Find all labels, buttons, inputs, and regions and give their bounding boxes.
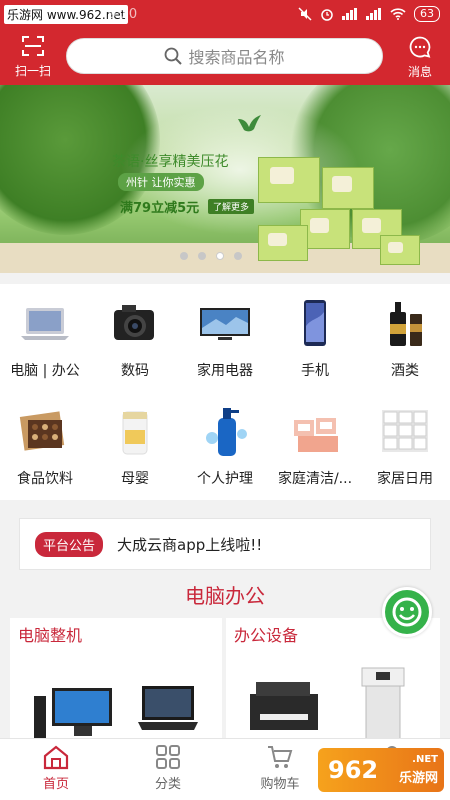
category-label: 手机 — [301, 363, 329, 379]
phone-icon — [304, 300, 326, 346]
scan-label: 扫一扫 — [14, 64, 51, 78]
panel-title: 电脑整机 — [18, 626, 83, 645]
bird-icon — [238, 115, 261, 132]
category-label: 家用电器 — [197, 363, 253, 379]
tab-label: 分类 — [154, 777, 181, 792]
liquor-icon — [390, 302, 422, 346]
tab-label: 首页 — [42, 777, 69, 792]
category-item-digital[interactable]: 数码 — [90, 296, 180, 380]
tv-icon — [200, 308, 250, 340]
desktop-pc-image — [34, 688, 112, 740]
home-icon — [43, 745, 69, 770]
category-item-personal-care[interactable]: 个人护理 — [180, 404, 270, 488]
tab-home[interactable]: 首页 — [0, 739, 112, 800]
signal-icon-2 — [366, 8, 381, 20]
panel-computers[interactable]: 电脑整机 — [10, 618, 222, 740]
category-grid: 电脑 | 办公 数码 家用电器 手机 酒类 食品饮料 母婴 个人护理 家庭清洁/… — [0, 284, 450, 500]
tissue-icon — [294, 418, 338, 452]
tissue-pack-image — [322, 167, 374, 209]
watermark-suffix: .NET — [412, 754, 438, 765]
pagination-dot-active[interactable] — [216, 252, 224, 260]
category-label: 家庭清洁/... — [277, 471, 353, 487]
category-label: 电脑 | 办公 — [10, 363, 80, 379]
signal-icon-1 — [342, 8, 357, 20]
search-icon — [165, 47, 183, 65]
category-label: 个人护理 — [197, 471, 253, 487]
chocolate-box-icon — [19, 411, 65, 451]
battery-indicator: 63 — [414, 6, 440, 22]
category-label: 食品饮料 — [17, 471, 73, 487]
search-input[interactable]: 搜索商品名称 — [66, 38, 383, 74]
laptop-icon — [21, 308, 69, 340]
category-item-food[interactable]: 食品饮料 — [0, 404, 90, 488]
alarm-icon — [321, 9, 333, 21]
category-item-baby[interactable]: 母婴 — [90, 404, 180, 488]
customer-service-button[interactable] — [382, 587, 432, 637]
copier-image — [361, 667, 405, 740]
category-item-cleaning[interactable]: 家庭清洁/... — [270, 404, 360, 488]
pagination-dot[interactable] — [198, 252, 206, 260]
announcement-text: 大成云商app上线啦!! — [117, 535, 263, 554]
wifi-icon — [390, 8, 406, 20]
category-label: 酒类 — [391, 363, 419, 379]
category-item-computer[interactable]: 电脑 | 办公 — [0, 296, 90, 380]
banner-subtitle: 州针 让你实惠 — [118, 173, 204, 191]
promo-banner[interactable]: 茶语·丝享精美压花 州针 让你实惠 满79立减5元 了解更多 — [0, 85, 450, 273]
milk-powder-icon — [122, 411, 148, 455]
scan-icon — [22, 36, 44, 56]
watermark-number: 962 — [328, 756, 379, 784]
category-label: 母婴 — [121, 471, 149, 487]
banner-more-button[interactable]: 了解更多 — [208, 199, 255, 214]
banner-deal: 满79立减5元 — [120, 201, 200, 216]
message-icon — [409, 36, 431, 58]
printer-image — [250, 682, 318, 730]
tab-category[interactable]: 分类 — [112, 739, 224, 800]
site-watermark-logo: 962 .NET 乐游网 — [318, 748, 444, 792]
pagination-dot[interactable] — [180, 252, 188, 260]
cart-icon — [268, 746, 293, 768]
tissue-pack-image — [258, 225, 308, 261]
top-header: 扫一扫 搜索商品名称 消息 — [0, 30, 450, 85]
watermark-site-name: 乐游网 — [398, 771, 438, 786]
message-label: 消息 — [407, 65, 432, 79]
scan-button[interactable]: 扫一扫 — [8, 36, 58, 82]
status-time: 9:30 — [108, 7, 138, 22]
shampoo-icon — [206, 408, 247, 456]
pagination-dot[interactable] — [234, 252, 242, 260]
announcement-bar[interactable]: 平台公告 大成云商app上线啦!! — [19, 518, 431, 570]
category-item-household[interactable]: 家居日用 — [360, 404, 450, 488]
household-icon — [382, 410, 428, 452]
tissue-pack-image — [258, 157, 320, 203]
category-label: 数码 — [121, 363, 149, 379]
announcement-tag: 平台公告 — [35, 531, 104, 557]
category-item-liquor[interactable]: 酒类 — [360, 296, 450, 380]
status-bar: 乐游网 www.962.net 9:30 63 — [0, 0, 450, 30]
category-label: 家居日用 — [377, 471, 433, 487]
category-item-phone[interactable]: 手机 — [270, 296, 360, 380]
banner-title: 茶语·丝享精美压花 — [112, 154, 229, 170]
search-placeholder: 搜索商品名称 — [188, 48, 285, 67]
status-icons: 63 — [298, 6, 440, 22]
tab-label: 购物车 — [260, 777, 300, 792]
gaming-laptop-image — [138, 686, 198, 730]
message-button[interactable]: 消息 — [398, 36, 442, 82]
category-item-appliances[interactable]: 家用电器 — [180, 296, 270, 380]
panel-title: 办公设备 — [234, 626, 299, 645]
banner-pagination[interactable] — [180, 252, 242, 260]
mute-icon — [298, 7, 312, 21]
camera-icon — [114, 305, 154, 340]
smile-chat-icon — [392, 597, 422, 627]
tissue-pack-image — [380, 235, 420, 265]
app-root: 乐游网 www.962.net 9:30 63 扫一扫 搜索商品名称 消息 茶语… — [0, 0, 450, 800]
category-icon — [156, 745, 180, 769]
